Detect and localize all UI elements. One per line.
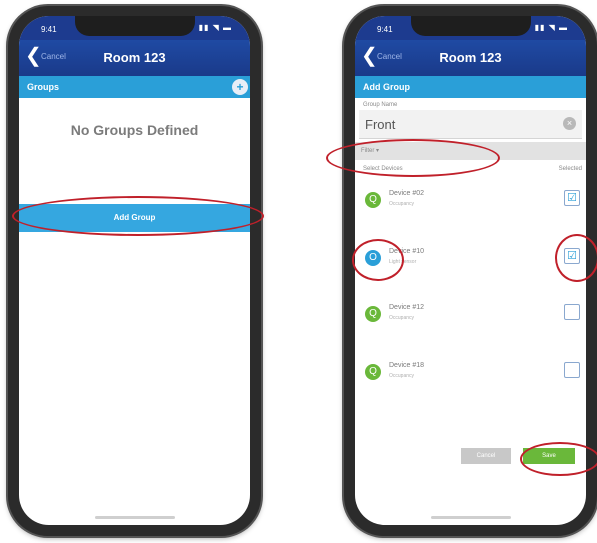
device-type: Occupancy bbox=[389, 315, 415, 321]
highlight-ring-device-icon bbox=[352, 239, 404, 281]
group-name-field[interactable]: Front × bbox=[359, 110, 582, 139]
device-checkbox[interactable] bbox=[564, 304, 580, 320]
nav-bar: ❮ Cancel Room 123 bbox=[19, 40, 250, 76]
status-time: 9:41 bbox=[377, 25, 393, 34]
device-type: Occupancy bbox=[389, 373, 415, 379]
occupancy-sensor-icon: Q bbox=[365, 364, 381, 380]
phone-left: 9:41 ▮▮ ◥ ▬ ❮ Cancel Room 123 Groups + N… bbox=[8, 6, 261, 536]
device-name: Device #18 bbox=[389, 362, 425, 369]
highlight-ring-add-group bbox=[12, 196, 264, 236]
phone-notch bbox=[74, 16, 195, 36]
phone-screen-left: 9:41 ▮▮ ◥ ▬ ❮ Cancel Room 123 Groups + N… bbox=[19, 16, 250, 525]
status-icons: ▮▮ ◥ ▬ bbox=[534, 23, 568, 32]
highlight-ring-name-field bbox=[326, 139, 500, 177]
status-time: 9:41 bbox=[41, 25, 57, 34]
device-type: Occupancy bbox=[389, 201, 415, 207]
occupancy-sensor-icon: Q bbox=[365, 192, 381, 208]
add-group-header: Add Group bbox=[355, 76, 586, 98]
device-checkbox[interactable] bbox=[564, 362, 580, 378]
device-checkbox[interactable]: ☑ bbox=[564, 190, 580, 206]
cancel-button[interactable]: Cancel bbox=[461, 448, 511, 464]
clear-icon[interactable]: × bbox=[563, 117, 576, 130]
device-row[interactable]: Q Device #02 Occupancy ☑ bbox=[355, 174, 586, 230]
groups-title: Groups bbox=[27, 82, 60, 92]
highlight-ring-checkbox bbox=[555, 234, 597, 282]
device-row[interactable]: Q Device #18 Occupancy bbox=[355, 346, 586, 402]
groups-header: Groups + bbox=[19, 76, 250, 98]
device-row[interactable]: Q Device #12 Occupancy bbox=[355, 288, 586, 344]
selected-header: Selected bbox=[558, 166, 582, 172]
highlight-ring-save-button bbox=[520, 442, 597, 476]
occupancy-sensor-icon: Q bbox=[365, 306, 381, 322]
home-indicator bbox=[94, 516, 175, 519]
group-name-label: Group Name bbox=[363, 102, 398, 108]
home-indicator bbox=[430, 516, 511, 519]
nav-bar: ❮ Cancel Room 123 bbox=[355, 40, 586, 76]
nav-title: Room 123 bbox=[439, 50, 502, 65]
status-icons: ▮▮ ◥ ▬ bbox=[198, 23, 232, 32]
add-group-title: Add Group bbox=[363, 82, 410, 92]
device-name: Device #12 bbox=[389, 304, 425, 311]
device-name: Device #02 bbox=[389, 190, 425, 197]
add-icon[interactable]: + bbox=[232, 79, 248, 95]
group-name-value[interactable]: Front bbox=[365, 117, 395, 132]
phone-notch bbox=[410, 16, 531, 36]
nav-title: Room 123 bbox=[103, 50, 166, 65]
empty-message: No Groups Defined bbox=[70, 122, 199, 138]
